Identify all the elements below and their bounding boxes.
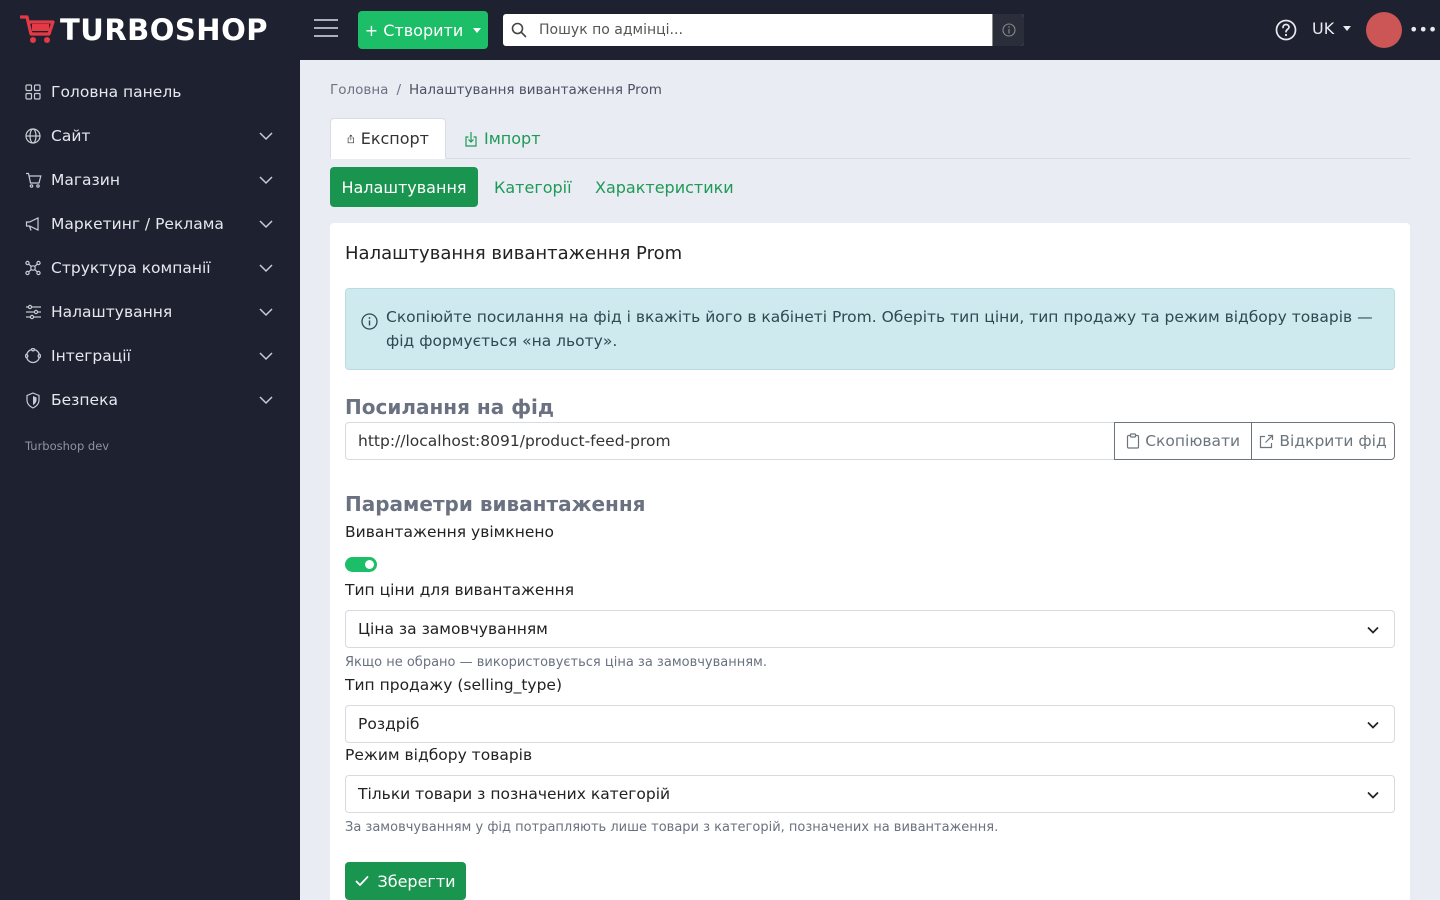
open-feed-label: Відкрити фід [1279, 432, 1387, 450]
create-button[interactable]: + Створити [358, 11, 488, 49]
tab-import[interactable]: Імпорт [448, 118, 557, 159]
chevron-down-icon [259, 396, 273, 405]
export-enabled-label: Вивантаження увімкнено [345, 523, 554, 541]
language-label: UK [1312, 19, 1335, 38]
sidebar-item-label: Налаштування [51, 303, 173, 321]
sidebar-item-label: Інтеграції [51, 347, 131, 365]
params-section-title: Параметри вивантаження [345, 492, 646, 516]
chevron-down-icon [259, 352, 273, 361]
breadcrumb-home-link[interactable]: Головна [330, 82, 388, 98]
sidebar-item-shop[interactable]: Магазин [0, 158, 300, 202]
environment-label: Turboshop dev [25, 439, 110, 453]
create-button-label: + Створити [364, 20, 464, 40]
open-feed-button[interactable]: Відкрити фід [1252, 422, 1395, 460]
chevron-down-icon [259, 220, 273, 229]
clipboard-icon [1127, 433, 1140, 449]
info-alert: Скопіюйте посилання на фід і вкажіть йог… [345, 288, 1395, 370]
external-link-icon [1260, 434, 1274, 448]
subtab-settings[interactable]: Налаштування [330, 167, 478, 207]
chevron-down-icon [259, 308, 273, 317]
tab-import-label: Імпорт [484, 129, 541, 148]
export-enabled-toggle[interactable] [345, 557, 377, 572]
upload-icon [347, 134, 354, 143]
selection-mode-label: Режим відбору товарів [345, 746, 533, 764]
sidebar-item-company-structure[interactable]: Структура компанії [0, 246, 300, 290]
feed-url-input[interactable] [345, 422, 1115, 460]
price-type-value: Ціна за замовчуванням [358, 620, 548, 638]
brand-name: TURBOSHOP [60, 13, 268, 47]
search-input[interactable] [539, 15, 991, 45]
help-icon[interactable] [1275, 19, 1297, 41]
selection-mode-select[interactable]: Тільки товари з позначених категорій [345, 775, 1395, 813]
check-icon [356, 876, 369, 886]
card-title: Налаштування вивантаження Prom [345, 243, 683, 264]
selling-type-label: Тип продажу (selling_type) [345, 676, 562, 694]
breadcrumb-separator: / [396, 82, 401, 98]
feed-url-group: Скопіювати Відкрити фід [345, 422, 1395, 460]
selection-mode-value: Тільки товари з позначених категорій [358, 785, 671, 803]
sidebar-item-label: Безпека [51, 391, 118, 409]
price-type-select[interactable]: Ціна за замовчуванням [345, 610, 1395, 648]
cart-icon [24, 171, 42, 189]
chevron-down-icon [259, 132, 273, 141]
cart-logo-icon [20, 15, 55, 43]
turboshop-logo[interactable]: TURBOSHOP [20, 13, 268, 47]
search-info-icon[interactable] [992, 14, 1024, 46]
more-options-icon[interactable]: ••• [1409, 20, 1437, 39]
info-alert-text: Скопіюйте посилання на фід і вкажіть йог… [386, 308, 1373, 350]
shield-icon [24, 391, 42, 409]
caret-down-icon [473, 27, 482, 33]
admin-search [503, 14, 1024, 46]
sidebar-item-label: Маркетинг / Реклама [51, 215, 224, 233]
selection-mode-hint: За замовчуванням у фід потрапляють лише … [345, 820, 999, 835]
chevron-down-icon [1367, 721, 1379, 729]
sidebar-item-label: Головна панель [51, 83, 182, 101]
caret-down-icon [1343, 26, 1352, 31]
copy-feed-label: Скопіювати [1145, 432, 1241, 450]
sliders-icon [24, 303, 42, 321]
sidebar-item-label: Магазин [51, 171, 120, 189]
chevron-down-icon [1367, 626, 1379, 634]
dashboard-icon [24, 83, 42, 101]
menu-toggle-icon[interactable] [314, 19, 338, 41]
sidebar: Головна панель Сайт Магазин Маркетинг / … [0, 60, 300, 900]
top-bar: TURBOSHOP + Створити UK ••• [0, 0, 1440, 60]
sidebar-item-label: Структура компанії [51, 259, 211, 277]
megaphone-icon [24, 215, 42, 233]
user-avatar[interactable] [1366, 12, 1402, 48]
tab-export[interactable]: Експорт [330, 118, 446, 159]
subtab-characteristics[interactable]: Характеристики [595, 167, 734, 207]
language-selector[interactable]: UK [1312, 19, 1352, 38]
sidebar-item-integrations[interactable]: Інтеграції [0, 334, 300, 378]
sidebar-item-site[interactable]: Сайт [0, 114, 300, 158]
settings-card: Налаштування вивантаження Prom Скопіюйте… [330, 223, 1410, 900]
save-button[interactable]: Зберегти [345, 862, 466, 900]
chevron-down-icon [259, 264, 273, 273]
sidebar-item-dashboard[interactable]: Головна панель [0, 70, 300, 114]
feed-section-title: Посилання на фід [345, 395, 555, 419]
integrations-icon [24, 347, 42, 365]
chevron-down-icon [259, 176, 273, 185]
tab-export-label: Експорт [360, 129, 429, 148]
price-type-hint: Якщо не обрано — використовується ціна з… [345, 655, 767, 670]
copy-feed-button[interactable]: Скопіювати [1114, 422, 1253, 460]
breadcrumb-current: Налаштування вивантаження Prom [409, 82, 662, 98]
sidebar-item-label: Сайт [51, 127, 91, 145]
chevron-down-icon [1367, 791, 1379, 799]
sidebar-item-security[interactable]: Безпека [0, 378, 300, 422]
selling-type-select[interactable]: Роздріб [345, 705, 1395, 743]
sidebar-item-settings[interactable]: Налаштування [0, 290, 300, 334]
sidebar-item-marketing[interactable]: Маркетинг / Реклама [0, 202, 300, 246]
save-button-label: Зберегти [377, 871, 456, 891]
selling-type-value: Роздріб [358, 715, 420, 733]
globe-icon [24, 127, 42, 145]
search-icon [503, 14, 535, 46]
subtab-categories[interactable]: Категорії [494, 167, 572, 207]
price-type-label: Тип ціни для вивантаження [345, 581, 575, 599]
download-icon [465, 131, 477, 147]
breadcrumb: Головна / Налаштування вивантаження Prom [330, 82, 662, 98]
info-icon [361, 313, 378, 330]
export-import-tabs: Експорт Імпорт [330, 118, 1410, 159]
structure-icon [24, 259, 42, 277]
